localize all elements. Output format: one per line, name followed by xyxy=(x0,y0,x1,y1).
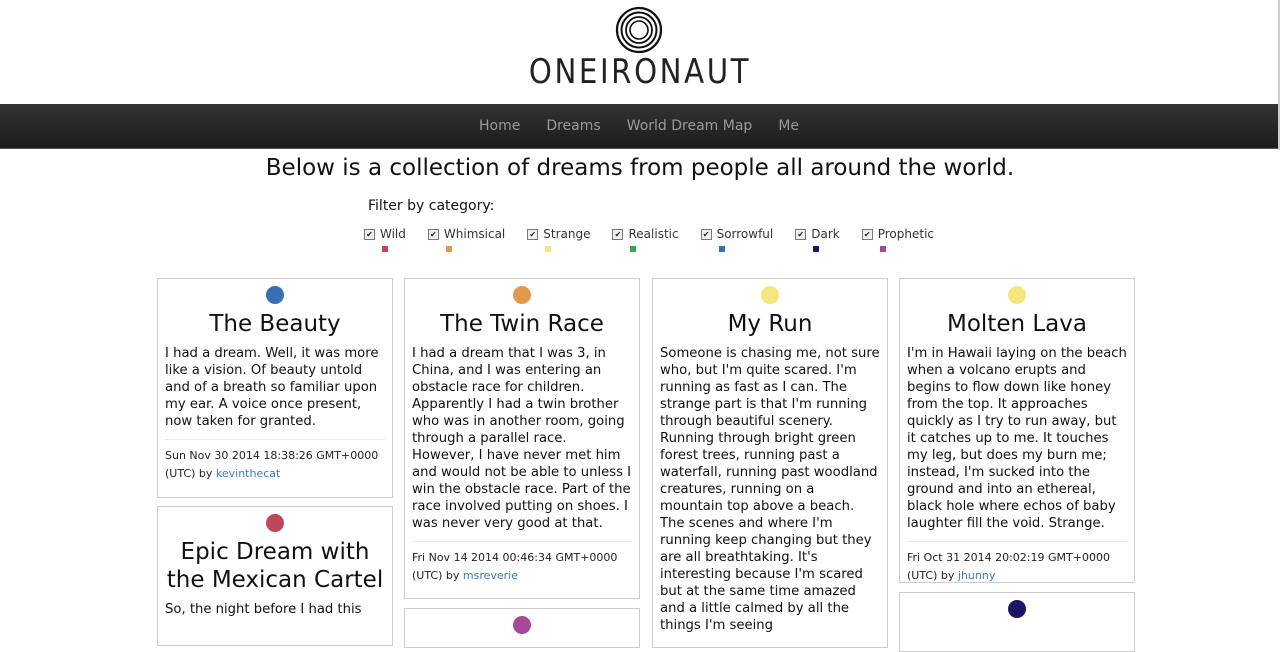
dream-card[interactable]: Epic Dream with the Mexican Cartel So, t… xyxy=(157,506,393,646)
filter-label-text: Strange xyxy=(543,227,591,241)
category-dot xyxy=(1008,600,1026,618)
category-swatch xyxy=(718,246,725,252)
dream-title: The Beauty xyxy=(209,311,341,337)
dream-card[interactable] xyxy=(404,608,640,648)
checkbox[interactable]: ✔ xyxy=(612,228,624,240)
filter-label: Filter by category: xyxy=(368,198,495,214)
site-header: ONEIRONAUT xyxy=(0,0,1280,104)
category-dot xyxy=(513,286,531,304)
filter-label-text: Dark xyxy=(811,227,840,241)
filter-whimsical[interactable]: ✔ Whimsical xyxy=(427,227,506,252)
category-swatch xyxy=(813,246,820,252)
dream-title: Molten Lava xyxy=(947,311,1087,337)
category-dot xyxy=(266,286,284,304)
filter-realistic[interactable]: ✔ Realistic xyxy=(612,227,679,252)
dream-text: I'm in Hawaii laying on the beach when a… xyxy=(907,346,1127,531)
dream-text: I had a dream that I was 3, in China, an… xyxy=(412,346,632,531)
filter-sorrowful[interactable]: ✔ Sorrowful xyxy=(700,227,774,252)
category-dot xyxy=(513,616,531,634)
dream-date: Fri Oct 31 2014 20:02:19 GMT+0000 (UTC) xyxy=(907,551,1110,582)
filter-wild[interactable]: ✔ Wild xyxy=(364,227,406,252)
category-swatch xyxy=(545,246,552,252)
by-label: by xyxy=(198,467,213,480)
category-swatch xyxy=(445,246,452,252)
filter-label-text: Sorrowful xyxy=(716,227,774,241)
dream-card[interactable]: Molten Lava I'm in Hawaii laying on the … xyxy=(899,278,1135,583)
by-label: by xyxy=(940,569,955,582)
dream-title: Epic Dream with the Mexican Cartel xyxy=(166,539,384,593)
category-dot xyxy=(1008,286,1026,304)
category-swatch xyxy=(382,246,388,252)
filter-label-text: Prophetic xyxy=(877,227,935,241)
filter-dark[interactable]: ✔ Dark xyxy=(795,227,840,252)
category-dot xyxy=(266,514,284,532)
dream-meta: Fri Oct 31 2014 20:02:19 GMT+0000 (UTC) … xyxy=(907,541,1127,582)
checkbox[interactable]: ✔ xyxy=(861,228,873,240)
dream-title: My Run xyxy=(727,311,813,337)
nav-me[interactable]: Me xyxy=(778,118,799,134)
dream-card[interactable]: The Twin Race I had a dream that I was 3… xyxy=(404,278,640,599)
dream-meta: Fri Nov 14 2014 00:46:34 GMT+0000 (UTC) … xyxy=(412,541,632,585)
checkbox[interactable]: ✔ xyxy=(795,228,807,240)
nav-home[interactable]: Home xyxy=(479,118,520,134)
category-swatch xyxy=(630,246,637,252)
filter-strange[interactable]: ✔ Strange xyxy=(527,227,590,252)
dream-meta: Sun Nov 30 2014 18:38:26 GMT+0000 (UTC) … xyxy=(165,439,385,483)
logo-rings-icon xyxy=(615,6,663,54)
filter-label-text: Realistic xyxy=(628,227,679,241)
by-label: by xyxy=(445,569,460,582)
dream-text: Someone is chasing me, not sure who, but… xyxy=(660,346,880,633)
filter-label-text: Whimsical xyxy=(443,227,506,241)
filter-label-text: Wild xyxy=(380,227,406,241)
checkbox[interactable]: ✔ xyxy=(527,228,539,240)
dream-text: I had a dream. Well, it was more like a … xyxy=(165,346,379,429)
dream-title: The Twin Race xyxy=(440,311,604,337)
dream-card[interactable]: The Beauty I had a dream. Well, it was m… xyxy=(157,278,393,498)
checkbox[interactable]: ✔ xyxy=(427,228,439,240)
nav-dreams[interactable]: Dreams xyxy=(546,118,600,134)
category-filters: ✔ Wild ✔ Whimsical ✔ Strange ✔ Realistic ✔ So… xyxy=(364,227,956,252)
author-link[interactable]: kevinthecat xyxy=(216,467,280,480)
checkbox[interactable]: ✔ xyxy=(364,228,375,240)
category-swatch xyxy=(879,246,886,252)
dream-card[interactable] xyxy=(899,592,1135,652)
page-intro: Below is a collection of dreams from peo… xyxy=(265,155,1015,181)
main-nav: Home Dreams World Dream Map Me xyxy=(0,104,1278,149)
author-link[interactable]: jhunny xyxy=(958,569,995,582)
checkbox[interactable]: ✔ xyxy=(700,228,712,240)
brand-name[interactable]: ONEIRONAUT xyxy=(90,52,1191,92)
filter-prophetic[interactable]: ✔ Prophetic xyxy=(861,227,935,252)
category-dot xyxy=(761,286,779,304)
dream-text: So, the night before I had this xyxy=(165,602,362,617)
dream-card[interactable]: My Run Someone is chasing me, not sure w… xyxy=(652,278,888,648)
nav-world-dream-map[interactable]: World Dream Map xyxy=(627,118,753,134)
author-link[interactable]: msreverie xyxy=(463,569,518,582)
